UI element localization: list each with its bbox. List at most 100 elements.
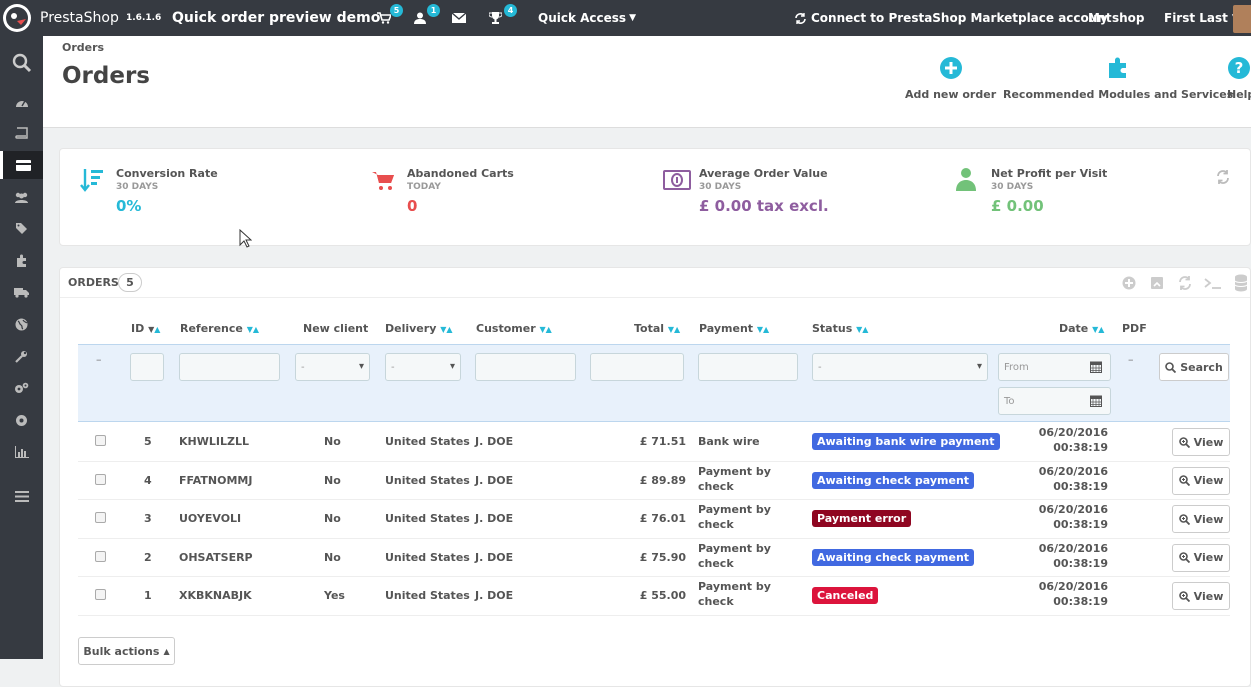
store-name[interactable]: Quick order preview demo: [172, 0, 380, 36]
table-row[interactable]: 5 KHWLILZLL No United States J. DOE £ 71.51 Ba…: [78, 423, 1230, 462]
trophy-notification[interactable]: 4: [489, 0, 517, 36]
my-shop-link[interactable]: My shop: [1088, 0, 1144, 36]
column-date[interactable]: Date ▼▲: [1059, 322, 1104, 335]
bulk-actions-button[interactable]: Bulk actions ▲: [78, 637, 175, 665]
calendar-icon[interactable]: [1090, 360, 1102, 373]
table-row[interactable]: 3 UOYEVOLI No United States J. DOE £ 76.01 Pay…: [78, 500, 1230, 539]
status-badge: Awaiting bank wire payment: [812, 433, 1000, 450]
calendar-icon[interactable]: [1090, 394, 1102, 407]
export-icon[interactable]: [1150, 276, 1164, 290]
kpi-abandoned-carts[interactable]: Abandoned Carts TODAY 0: [372, 167, 514, 215]
refresh-icon[interactable]: [1215, 169, 1231, 185]
user-name: First Last: [1164, 11, 1228, 25]
column-id[interactable]: ID ▼▲: [131, 322, 160, 335]
filter-status-select[interactable]: -: [812, 353, 988, 381]
quick-access-menu[interactable]: Quick Access ▼: [538, 0, 636, 36]
sidebar-item-shipping[interactable]: [0, 278, 43, 306]
book-icon: [15, 127, 28, 139]
avatar[interactable]: [1233, 5, 1251, 33]
order-id: 3: [144, 512, 152, 525]
table-row[interactable]: 2 OHSATSERP No United States J. DOE £ 75.90 Pa…: [78, 539, 1230, 577]
marketplace-link[interactable]: Connect to PrestaShop Marketplace accoun…: [794, 0, 1112, 36]
view-order-button[interactable]: View: [1172, 582, 1230, 610]
order-payment: Bank wire: [698, 435, 760, 448]
database-icon[interactable]: [1234, 274, 1248, 292]
table-row[interactable]: 1 XKBKNABJK Yes United States J. DOE £ 55.00 P…: [78, 577, 1230, 616]
kpi-title: Average Order Value: [699, 167, 828, 180]
order-total: £ 76.01: [639, 512, 686, 525]
column-customer[interactable]: Customer ▼▲: [476, 322, 552, 335]
row-checkbox[interactable]: [95, 473, 106, 485]
order-customer: J. DOE: [475, 550, 514, 564]
sidebar-item-modules[interactable]: [0, 246, 43, 274]
sidebar-item-catalog[interactable]: [0, 119, 43, 147]
row-checkbox[interactable]: [95, 589, 106, 600]
view-order-button[interactable]: View: [1172, 428, 1230, 456]
add-new-order-button[interactable]: Add new order: [905, 56, 996, 101]
prestashop-logo[interactable]: [2, 0, 32, 36]
sidebar-item-stats[interactable]: [0, 438, 43, 466]
messages-notification[interactable]: [452, 0, 466, 36]
view-label: View: [1193, 589, 1224, 603]
sidebar-item-advanced[interactable]: [0, 374, 43, 402]
marketplace-label: Connect to PrestaShop Marketplace accoun…: [811, 11, 1112, 25]
caret-down-icon: ▼: [629, 13, 636, 23]
search-button[interactable]: Search: [1159, 353, 1229, 381]
select-all-dash: –: [96, 353, 102, 366]
recommended-modules-button[interactable]: Recommended Modules and Services: [1003, 56, 1233, 101]
page-title: Orders: [62, 63, 150, 89]
order-new-client: No: [324, 473, 341, 487]
row-checkbox[interactable]: [95, 550, 106, 562]
user-icon: [956, 168, 976, 191]
table-row[interactable]: 4 FFATNOMMJ No United States J. DOE £ 89.89 Pa…: [78, 462, 1230, 500]
kpi-average-order-value[interactable]: Average Order Value 30 DAYS £ 0.00 tax e…: [663, 167, 829, 215]
orders-count-badge: 5: [118, 273, 142, 292]
sidebar-item-customers[interactable]: [0, 183, 43, 211]
filter-payment-input[interactable]: [698, 353, 798, 381]
sidebar-item-administration[interactable]: [0, 406, 43, 434]
filter-total-input[interactable]: [590, 353, 684, 381]
sidebar-item-dashboard[interactable]: [0, 88, 43, 116]
orders-notification[interactable]: 5: [377, 0, 403, 36]
puzzle-icon: [17, 254, 26, 267]
sidebar-item-price-rules[interactable]: [0, 214, 43, 242]
filter-delivery-select[interactable]: -: [385, 353, 461, 381]
filter-new-client-select[interactable]: -: [295, 353, 370, 381]
filter-reference-input[interactable]: [179, 353, 280, 381]
column-delivery[interactable]: Delivery ▼▲: [385, 322, 453, 335]
kpi-conversion-rate[interactable]: Conversion Rate 30 DAYS 0%: [80, 167, 218, 215]
column-status[interactable]: Status ▼▲: [812, 322, 868, 335]
sidebar-collapse[interactable]: [0, 482, 43, 510]
kpi-value: 0%: [116, 197, 142, 215]
column-payment[interactable]: Payment ▼▲: [699, 322, 769, 335]
row-checkbox[interactable]: [95, 435, 106, 446]
order-delivery: United States: [385, 550, 470, 564]
sidebar-item-localization[interactable]: [0, 310, 43, 338]
row-checkbox[interactable]: [95, 512, 106, 523]
sidebar-search[interactable]: [0, 49, 43, 77]
user-icon: [414, 12, 426, 24]
sql-terminal-icon[interactable]: [1204, 276, 1222, 290]
sidebar-item-preferences[interactable]: [0, 342, 43, 370]
user-menu[interactable]: First Last ▼: [1164, 0, 1239, 36]
help-button[interactable]: ? Help: [1227, 56, 1251, 101]
customers-notification[interactable]: 1: [414, 0, 440, 36]
kpi-net-profit[interactable]: Net Profit per Visit 30 DAYS £ 0.00: [956, 167, 1107, 215]
order-customer: J. DOE: [475, 589, 514, 602]
plus-circle-icon: [939, 57, 962, 79]
recommended-modules-label: Recommended Modules and Services: [1003, 88, 1234, 101]
breadcrumb[interactable]: Orders: [62, 41, 104, 54]
filter-customer-input[interactable]: [475, 353, 576, 381]
plus-circle-icon[interactable]: [1122, 276, 1136, 290]
sidebar-item-orders[interactable]: [0, 151, 43, 179]
search-icon: [1165, 361, 1177, 373]
view-order-button[interactable]: View: [1172, 505, 1230, 533]
column-reference[interactable]: Reference ▼▲: [180, 322, 259, 335]
view-order-button[interactable]: View: [1172, 543, 1230, 572]
filter-id-input[interactable]: [130, 353, 164, 381]
order-customer: J. DOE: [475, 473, 514, 487]
view-order-button[interactable]: View: [1172, 466, 1230, 495]
refresh-icon[interactable]: [1178, 276, 1192, 290]
search-icon: [12, 53, 31, 73]
column-total[interactable]: Total ▼▲: [634, 322, 680, 335]
